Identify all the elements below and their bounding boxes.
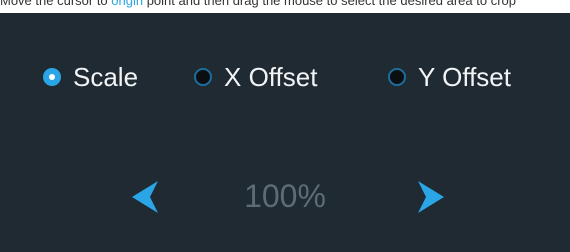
scale-stepper: 100%	[0, 171, 570, 221]
scale-value: 100%	[244, 178, 326, 214]
x-offset-radio-option[interactable]: X Offset	[194, 57, 317, 97]
radio-unselected-icon[interactable]	[388, 68, 406, 86]
radio-selected-icon[interactable]	[43, 68, 61, 86]
instruction-text-start: Move the cursor to	[0, 0, 112, 8]
scale-radio-label: Scale	[73, 62, 139, 92]
increase-arrow-button[interactable]	[408, 177, 448, 217]
scale-radio-option[interactable]: Scale	[43, 57, 138, 97]
chevron-right-icon	[418, 181, 444, 213]
x-offset-radio-label: X Offset	[224, 62, 318, 92]
crop-adjust-panel: Scale X Offset Y Offset 100%	[0, 13, 570, 252]
adjust-mode-radio-group: Scale X Offset Y Offset	[0, 57, 570, 97]
y-offset-radio-option[interactable]: Y Offset	[388, 57, 511, 97]
cropped-instruction-text: Move the cursor to origin point and then…	[0, 0, 570, 13]
radio-unselected-icon[interactable]	[194, 68, 212, 86]
y-offset-radio-label: Y Offset	[418, 62, 511, 92]
instruction-text-end: point and then drag the mouse to select …	[143, 0, 516, 8]
chevron-left-icon	[132, 181, 158, 213]
decrease-arrow-button[interactable]	[128, 177, 168, 217]
instruction-link[interactable]: origin	[111, 0, 143, 8]
